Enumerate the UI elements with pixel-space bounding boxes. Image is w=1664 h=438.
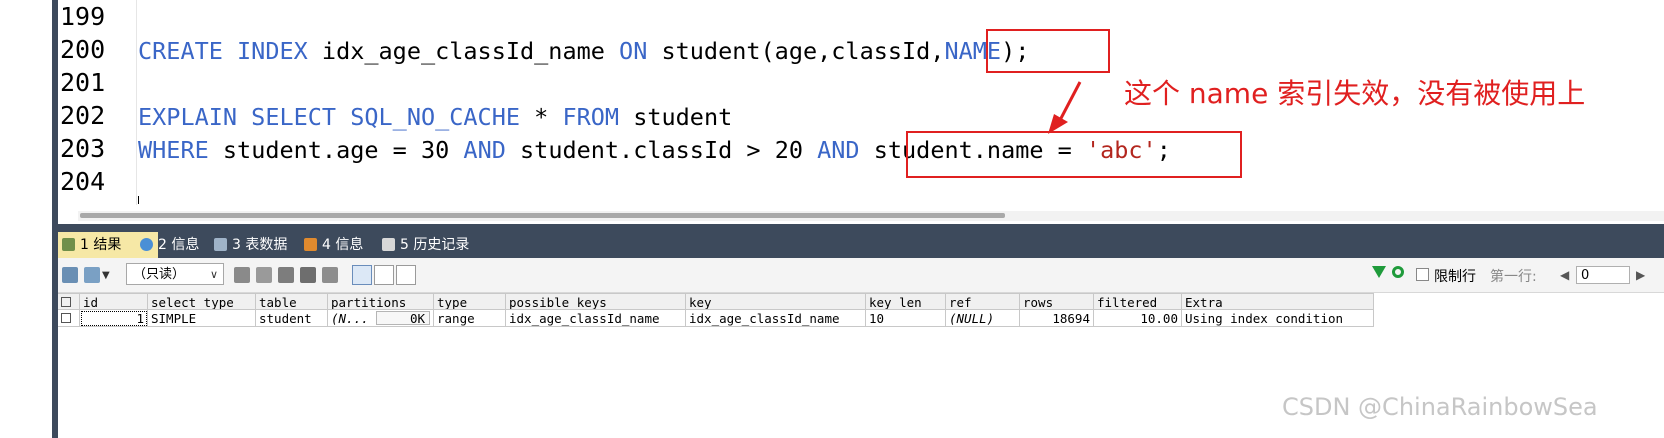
- first-row-label: 第一行:: [1490, 269, 1537, 285]
- sql-text: student(age,classId,: [647, 37, 945, 65]
- highlight-box-where-name: [906, 131, 1242, 178]
- cell-filtered[interactable]: 10.00: [1094, 310, 1182, 327]
- null-value: (N...: [331, 311, 369, 326]
- annotation-text: 这个 name 索引失效，没有被使用上: [1124, 77, 1586, 110]
- cell-type[interactable]: range: [434, 310, 506, 327]
- cell-extra[interactable]: Using index condition: [1182, 310, 1374, 327]
- cell-rows[interactable]: 18694: [1020, 310, 1094, 327]
- limit-rows-label: 限制行: [1434, 269, 1476, 285]
- results-grid-icon: [62, 238, 75, 251]
- cancel-icon[interactable]: [322, 267, 338, 283]
- column-header[interactable]: possible_keys: [506, 293, 686, 310]
- select-all-checkbox[interactable]: [58, 293, 80, 310]
- table-icon: [214, 238, 227, 251]
- text-cursor: [138, 196, 139, 204]
- blob-size-badge: 0K: [376, 311, 430, 326]
- column-header[interactable]: table: [256, 293, 328, 310]
- info-tree-icon: [304, 238, 317, 251]
- column-header[interactable]: ref: [946, 293, 1020, 310]
- line-number: 203: [60, 134, 106, 163]
- offset-input[interactable]: 0: [1576, 266, 1630, 284]
- readonly-select[interactable]: （只读） ∨: [126, 263, 224, 285]
- watermark: CSDN @ChinaRainbowSea: [1282, 393, 1598, 421]
- column-header[interactable]: key: [686, 293, 866, 310]
- tab-label: 5 历史记录: [400, 237, 470, 253]
- chevron-down-icon: ∨: [209, 268, 218, 281]
- cell-select-type[interactable]: SIMPLE: [148, 310, 256, 327]
- code-line-202[interactable]: EXPLAIN SELECT SQL_NO_CACHE * FROM stude…: [138, 101, 732, 134]
- cell-ref[interactable]: (NULL): [946, 310, 1020, 327]
- save-icon[interactable]: [278, 267, 294, 283]
- line-number: 204: [60, 167, 106, 196]
- history-icon: [382, 238, 395, 251]
- sql-text: idx_age_classId_name: [307, 37, 620, 65]
- column-header[interactable]: filtered: [1094, 293, 1182, 310]
- chevron-down-icon[interactable]: ▼: [102, 270, 110, 281]
- export-icon[interactable]: [62, 267, 78, 283]
- column-header[interactable]: type: [434, 293, 506, 310]
- duplicate-row-icon[interactable]: [256, 267, 272, 283]
- cell-id[interactable]: 1: [80, 310, 148, 327]
- cell-key[interactable]: idx_age_classId_name: [686, 310, 866, 327]
- annotation-arrow-icon: [1048, 81, 1082, 134]
- column-header[interactable]: key_len: [866, 293, 946, 310]
- tab-history[interactable]: 5 历史记录: [378, 232, 500, 258]
- cell-key-len[interactable]: 10: [866, 310, 946, 327]
- column-header[interactable]: id: [80, 293, 148, 310]
- tab-label: 3 表数据: [232, 237, 288, 253]
- import-icon[interactable]: [84, 267, 100, 283]
- add-row-icon[interactable]: [234, 267, 250, 283]
- code-line-200[interactable]: CREATE INDEX idx_age_classId_name ON stu…: [138, 35, 1029, 68]
- column-header[interactable]: partitions: [328, 293, 434, 310]
- sql-keyword: FROM: [562, 103, 620, 131]
- tab-label: 1 结果: [80, 237, 122, 253]
- form-view-button[interactable]: [374, 265, 394, 285]
- sql-keyword: AND: [463, 136, 506, 164]
- sql-text: student.age = 30: [208, 136, 464, 164]
- delete-icon[interactable]: [300, 267, 316, 283]
- info-icon: [140, 238, 153, 251]
- sql-text: student.classId > 20: [505, 136, 818, 164]
- highlight-box-name-column: [986, 29, 1110, 73]
- line-number: 202: [60, 101, 106, 130]
- prev-page-icon[interactable]: ◀: [1560, 268, 1569, 282]
- horizontal-scrollbar-thumb[interactable]: [80, 213, 1005, 218]
- cell-partitions[interactable]: (N... 0K: [328, 310, 434, 327]
- sql-text: student: [619, 103, 733, 131]
- sql-text: *: [520, 103, 563, 131]
- sql-keyword: WHERE: [138, 136, 209, 164]
- next-page-icon[interactable]: ▶: [1636, 268, 1645, 282]
- line-number: 200: [60, 35, 106, 64]
- sql-keyword: EXPLAIN SELECT SQL_NO_CACHE: [138, 103, 521, 131]
- column-header[interactable]: rows: [1020, 293, 1094, 310]
- cell-table[interactable]: student: [256, 310, 328, 327]
- limit-rows-checkbox[interactable]: [1416, 268, 1429, 281]
- left-frame-bar: [52, 0, 58, 438]
- row-checkbox[interactable]: [58, 310, 80, 327]
- grid-view-button[interactable]: [352, 265, 372, 285]
- sql-keyword: AND: [817, 136, 860, 164]
- line-number: 201: [60, 68, 106, 97]
- refresh-icon[interactable]: [1392, 266, 1404, 278]
- line-number: 199: [60, 2, 106, 31]
- gutter-separator: [136, 0, 137, 205]
- sql-keyword: ON: [619, 37, 648, 65]
- column-header[interactable]: Extra: [1182, 293, 1374, 310]
- column-header[interactable]: select_type: [148, 293, 256, 310]
- sql-keyword: CREATE INDEX: [138, 37, 308, 65]
- readonly-select-value: （只读）: [133, 267, 186, 282]
- filter-icon[interactable]: [1372, 266, 1386, 278]
- text-view-button[interactable]: [396, 265, 416, 285]
- tab-label: 2 信息: [158, 237, 200, 253]
- cell-possible-keys[interactable]: idx_age_classId_name: [506, 310, 686, 327]
- tab-label: 4 信息: [322, 237, 364, 253]
